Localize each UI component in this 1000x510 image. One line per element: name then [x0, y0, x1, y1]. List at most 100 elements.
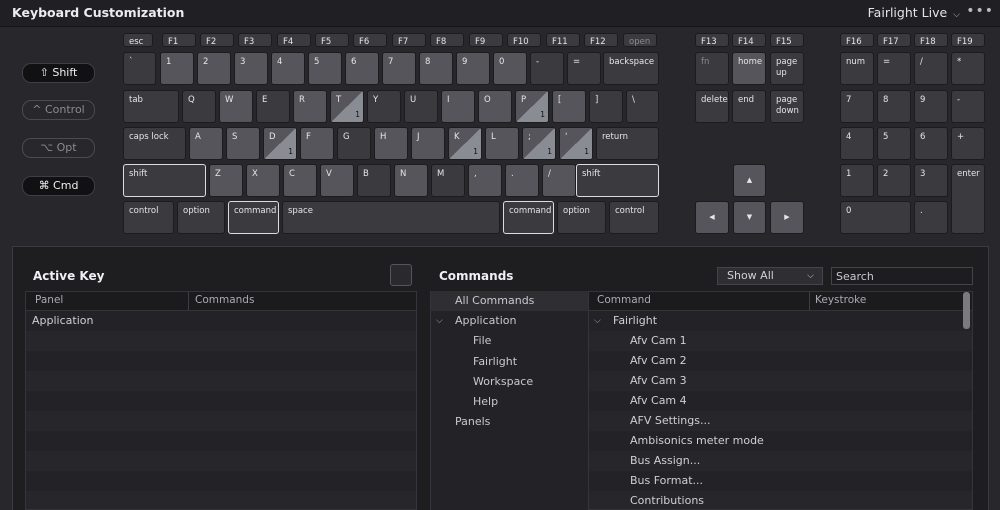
key-bsl[interactable]: \	[626, 90, 659, 123]
key-npdot[interactable]: .	[914, 201, 948, 234]
key-backtick[interactable]: `	[123, 52, 156, 85]
tree-item[interactable]: Fairlight	[431, 352, 589, 372]
command-group-row[interactable]: ⌵ Fairlight	[589, 311, 972, 331]
commands-scrollbar[interactable]	[963, 292, 970, 329]
key-equals[interactable]: =	[567, 52, 601, 85]
more-options-icon[interactable]: •••	[966, 3, 994, 19]
key-pagedown[interactable]: page down	[770, 90, 804, 123]
key-y[interactable]: Y	[367, 90, 401, 123]
key-n[interactable]: N	[394, 164, 428, 197]
key-backspace[interactable]: backspace	[603, 52, 659, 85]
tree-item[interactable]: All Commands	[431, 291, 589, 312]
key-f19[interactable]: F19	[951, 33, 985, 47]
chevron-down-icon[interactable]: ⌵	[594, 311, 601, 331]
key-f6[interactable]: F6	[353, 33, 387, 47]
table-row[interactable]	[26, 491, 416, 509]
key-lopt[interactable]: option	[177, 201, 225, 234]
key-rcmd[interactable]: command	[503, 201, 554, 234]
table-row[interactable]	[26, 371, 416, 391]
key-m[interactable]: M	[431, 164, 465, 197]
key-np4[interactable]: 4	[840, 127, 874, 160]
key-k6[interactable]: 6	[345, 52, 379, 85]
key-f10[interactable]: F10	[507, 33, 541, 47]
key-lbr[interactable]: [	[552, 90, 586, 123]
key-f4[interactable]: F4	[277, 33, 311, 47]
key-f3[interactable]: F3	[238, 33, 272, 47]
command-row[interactable]: Afv Cam 3	[589, 371, 972, 391]
key-quote[interactable]: '1	[559, 127, 593, 160]
key-enter[interactable]: enter	[951, 164, 985, 234]
key-f15[interactable]: F15	[770, 33, 804, 47]
key-f17[interactable]: F17	[877, 33, 911, 47]
key-np1[interactable]: 1	[840, 164, 874, 197]
key-np7[interactable]: 7	[840, 90, 874, 123]
shift-modifier-toggle[interactable]: ⇧ Shift	[22, 63, 95, 83]
command-row[interactable]: Afv Cam 2	[589, 351, 972, 371]
key-c[interactable]: C	[283, 164, 317, 197]
key-slash[interactable]: /	[542, 164, 576, 197]
key-home[interactable]: home	[732, 52, 766, 85]
key-semi[interactable]: ;1	[522, 127, 556, 160]
tree-item[interactable]: Workspace	[431, 372, 589, 392]
command-row[interactable]: Bus Assign...	[589, 451, 972, 471]
key-np3[interactable]: 3	[914, 164, 948, 197]
key-lctrl[interactable]: control	[123, 201, 174, 234]
key-npminus[interactable]: -	[951, 90, 985, 123]
command-row[interactable]: Bus Format...	[589, 471, 972, 491]
table-row[interactable]	[26, 331, 416, 351]
preset-dropdown[interactable]: Fairlight Live ⌵	[868, 5, 960, 20]
tree-item[interactable]: Help	[431, 392, 589, 412]
key-f[interactable]: F	[300, 127, 334, 160]
key-f18[interactable]: F18	[914, 33, 948, 47]
table-row[interactable]	[26, 411, 416, 431]
key-k2[interactable]: 2	[197, 52, 231, 85]
key-f16[interactable]: F16	[840, 33, 874, 47]
key-a[interactable]: A	[189, 127, 223, 160]
table-row[interactable]	[26, 351, 416, 371]
commands-filter-select[interactable]: Show All ⌵	[717, 267, 823, 285]
key-npeq[interactable]: =	[877, 52, 911, 85]
key-s[interactable]: S	[226, 127, 260, 160]
key-e[interactable]: E	[256, 90, 290, 123]
tree-item[interactable]: File	[431, 331, 589, 351]
key-npdiv[interactable]: /	[914, 52, 948, 85]
table-row[interactable]	[26, 431, 416, 451]
command-row[interactable]: Afv Cam 4	[589, 391, 972, 411]
key-ropt[interactable]: option	[557, 201, 606, 234]
command-row[interactable]: Ambisonics meter mode	[589, 431, 972, 451]
key-npmul[interactable]: *	[951, 52, 985, 85]
key-k5[interactable]: 5	[308, 52, 342, 85]
command-row[interactable]: Afv Cam 1	[589, 331, 972, 351]
key-np8[interactable]: 8	[877, 90, 911, 123]
key-i[interactable]: I	[441, 90, 475, 123]
key-k4[interactable]: 4	[271, 52, 305, 85]
key-period[interactable]: .	[505, 164, 539, 197]
key-tab[interactable]: tab	[123, 90, 179, 123]
key-x[interactable]: X	[246, 164, 280, 197]
key-rbr[interactable]: ]	[589, 90, 623, 123]
key-q[interactable]: Q	[182, 90, 216, 123]
key-k1[interactable]: 1	[160, 52, 194, 85]
table-row[interactable]	[26, 391, 416, 411]
tree-item[interactable]: Panels	[431, 412, 589, 432]
key-delete[interactable]: delete	[695, 90, 729, 123]
key-p[interactable]: P1	[515, 90, 549, 123]
chevron-down-icon[interactable]: ⌵	[436, 311, 443, 331]
key-npplus[interactable]: +	[951, 127, 985, 160]
key-rctrl[interactable]: control	[609, 201, 659, 234]
key-np2[interactable]: 2	[877, 164, 911, 197]
key-np0[interactable]: 0	[840, 201, 911, 234]
key-v[interactable]: V	[320, 164, 354, 197]
key-w[interactable]: W	[219, 90, 253, 123]
key-rshift[interactable]: shift	[576, 164, 659, 197]
key-open[interactable]: open	[623, 33, 657, 47]
command-row[interactable]: AFV Settings...	[589, 411, 972, 431]
key-h[interactable]: H	[374, 127, 408, 160]
key-f5[interactable]: F5	[315, 33, 349, 47]
key-f9[interactable]: F9	[469, 33, 503, 47]
key-k[interactable]: K1	[448, 127, 482, 160]
key-l[interactable]: L	[485, 127, 519, 160]
key-left[interactable]: ◀	[695, 201, 729, 234]
key-j[interactable]: J	[411, 127, 445, 160]
key-up[interactable]: ▲	[733, 164, 766, 197]
